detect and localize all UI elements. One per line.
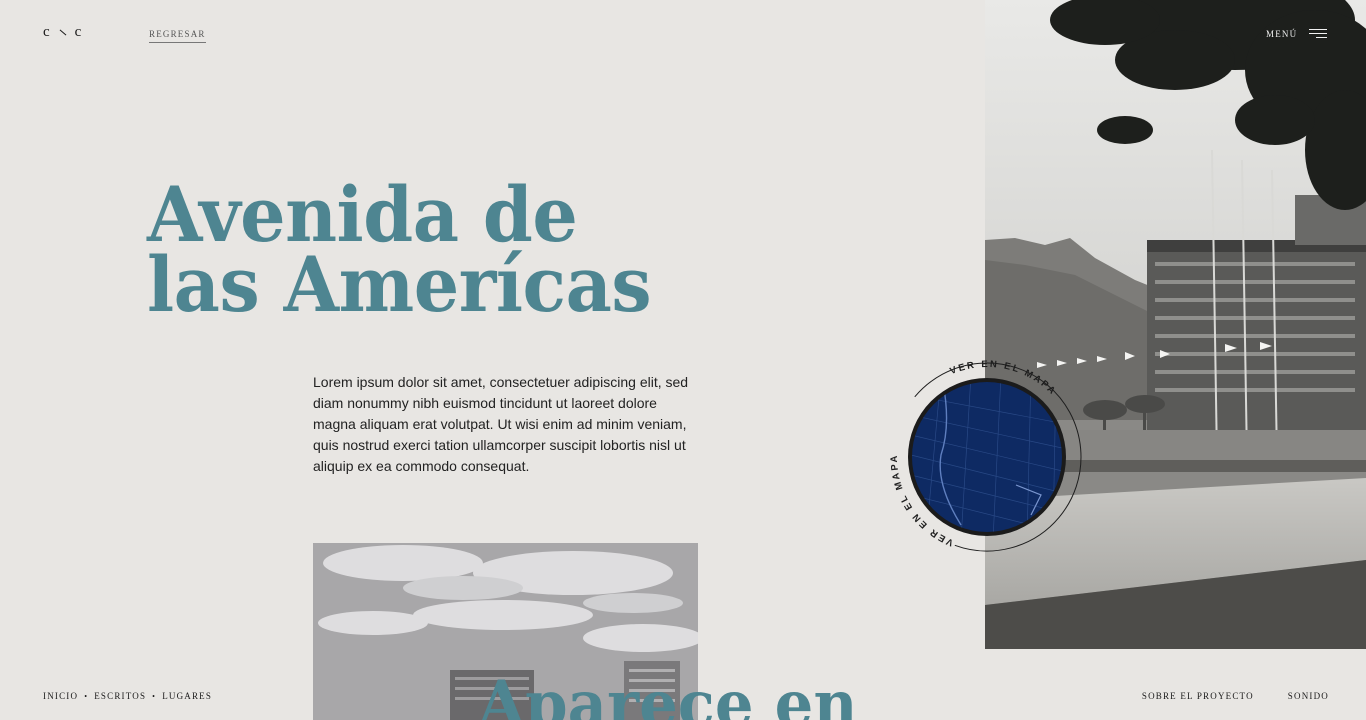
menu-button[interactable]: MENÚ <box>1266 29 1328 39</box>
menu-icon <box>1309 29 1328 39</box>
page-title: Avenida de las Amerícas <box>147 177 652 329</box>
logo-letter-left: c <box>43 24 51 40</box>
logo-letter-right: c <box>74 24 83 40</box>
next-section-title: Aparece en <box>478 667 858 720</box>
site-logo[interactable]: c c <box>43 24 82 41</box>
footer-link-escritos[interactable]: ESCRITOS <box>94 691 146 701</box>
about-project-link[interactable]: SOBRE EL PROYECTO <box>1142 691 1254 701</box>
footer-separator: • <box>152 691 157 701</box>
footer-link-inicio[interactable]: INICIO <box>43 691 78 701</box>
footer-nav: INICIO • ESCRITOS • LUGARES <box>43 691 212 701</box>
footer-separator: • <box>84 691 89 701</box>
intro-paragraph: Lorem ipsum dolor sit amet, consectetuer… <box>313 374 689 474</box>
view-on-map-badge[interactable]: VER EN EL MAPA VER EN EL MAPA <box>881 355 1093 567</box>
page-title-line-2: las Amerícas <box>147 240 652 329</box>
sound-toggle[interactable]: SONIDO <box>1288 691 1329 701</box>
back-link[interactable]: REGRESAR <box>149 29 206 43</box>
logo-slash <box>59 29 67 36</box>
map-thumbnail <box>912 382 1062 532</box>
menu-label: MENÚ <box>1266 29 1298 39</box>
footer-link-lugares[interactable]: LUGARES <box>162 691 212 701</box>
footer-right-links: SOBRE EL PROYECTO SONIDO <box>1142 691 1329 701</box>
